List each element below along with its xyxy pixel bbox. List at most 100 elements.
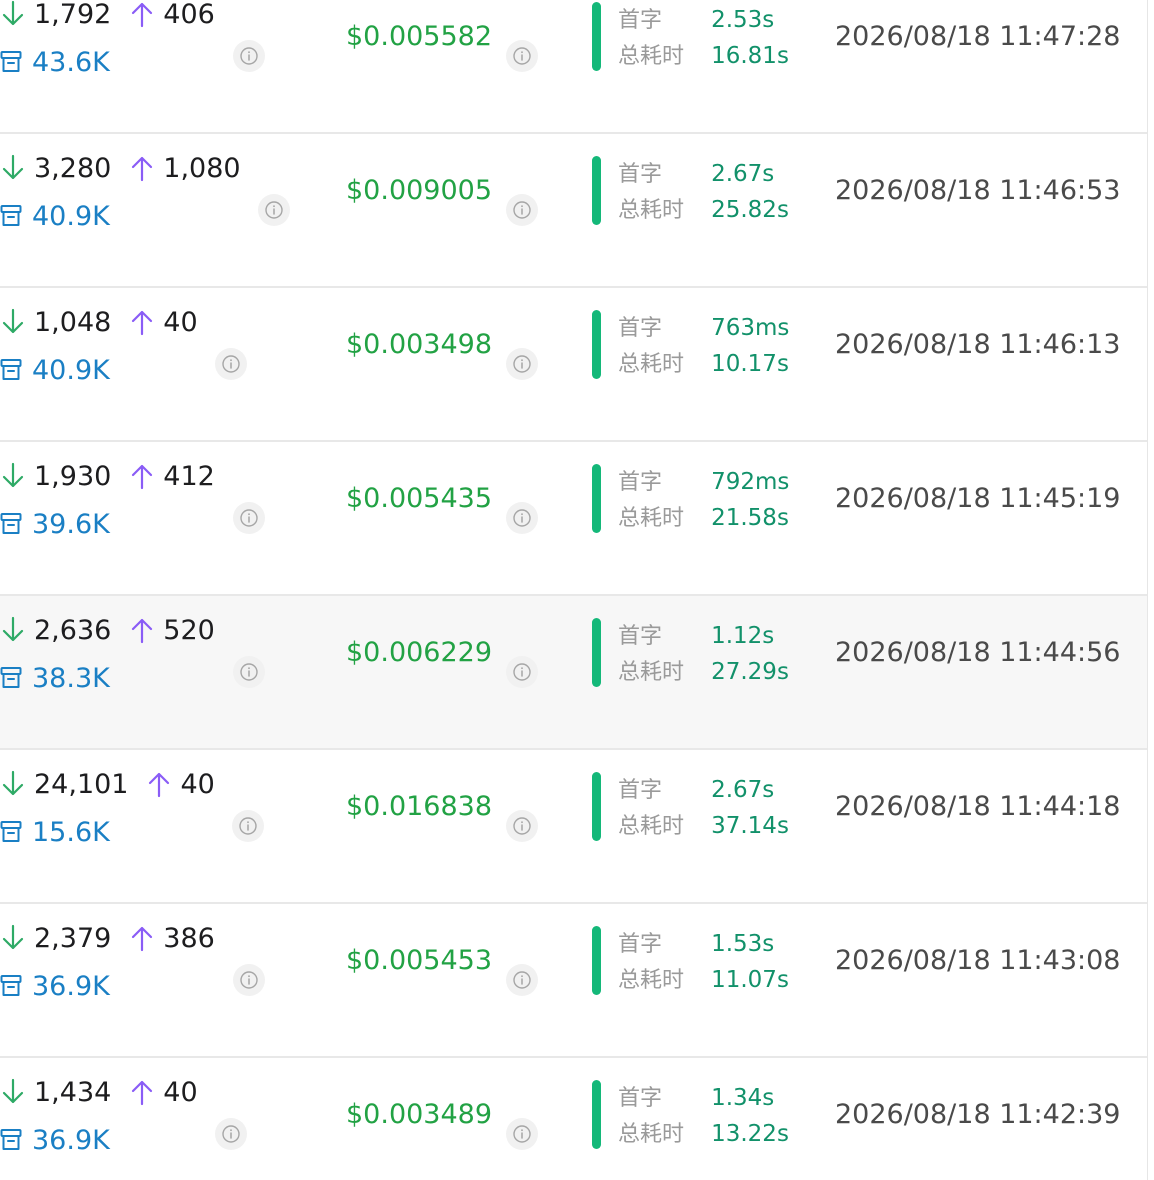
info-icon[interactable] [215,1118,247,1150]
archive-icon [0,358,22,382]
output-tokens: 520 [163,614,215,646]
info-icon[interactable] [506,1118,538,1150]
archive-icon [0,666,22,690]
first-token-label: 首字 [618,8,663,33]
arrow-down-icon [0,461,26,491]
info-icon[interactable] [215,348,247,380]
info-icon[interactable] [233,656,265,688]
timing-status-bar [592,926,601,995]
arrow-up-icon [129,307,155,337]
archive-icon [0,512,22,536]
output-tokens: 406 [163,0,215,30]
timing-status-bar [592,464,601,533]
info-icon[interactable] [233,40,265,72]
table-row[interactable]: 2,379 386 36.9K $0.005453 首字 1.53s 总耗时 1… [0,904,1147,1058]
cost-value: $0.005582 [346,21,493,52]
info-icon[interactable] [506,502,538,534]
total-time-value: 25.82s [711,197,789,223]
timing-status-bar [592,1080,601,1149]
first-token-label: 首字 [618,470,663,495]
info-icon[interactable] [233,502,265,534]
first-token-label: 首字 [618,162,663,187]
output-tokens: 40 [180,768,215,800]
total-time-label: 总耗时 [618,198,685,223]
timestamp: 2026/08/18 11:44:18 [835,791,1121,822]
cost-value: $0.006229 [346,637,493,668]
timing-status-bar [592,772,601,841]
total-time-value: 11.07s [711,967,789,993]
input-tokens: 1,792 [34,0,112,30]
total-time-label: 总耗时 [618,968,685,993]
timing-cell: 首字 2.67s 总耗时 25.82s [618,156,789,228]
cost-value: $0.003489 [346,1099,493,1130]
first-token-label: 首字 [618,316,663,341]
timing-status-bar [592,310,601,379]
archive-icon [0,820,22,844]
arrow-up-icon [129,615,155,645]
first-token-value: 1.34s [711,1085,775,1111]
arrow-up-icon [146,769,172,799]
info-icon[interactable] [258,194,290,226]
info-icon[interactable] [506,40,538,72]
table-row[interactable]: 2,636 520 38.3K $0.006229 首字 1.12s 总耗时 2… [0,596,1147,750]
cache-tokens: 40.9K [32,200,110,232]
arrow-down-icon [0,769,26,799]
cache-tokens: 36.9K [32,970,110,1002]
token-usage-cell: 1,434 40 36.9K [0,1076,300,1156]
input-tokens: 1,930 [34,460,112,492]
arrow-up-icon [129,153,155,183]
cache-tokens: 43.6K [32,46,110,78]
info-icon[interactable] [506,656,538,688]
info-icon[interactable] [233,964,265,996]
usage-log-table: 1,792 406 43.6K $0.005582 首字 2.53s 总耗时 1… [0,0,1148,1180]
total-time-label: 总耗时 [618,814,685,839]
cost-value: $0.003498 [346,329,493,360]
arrow-down-icon [0,923,26,953]
cache-tokens: 40.9K [32,354,110,386]
input-tokens: 2,379 [34,922,112,954]
total-time-label: 总耗时 [618,506,685,531]
arrow-down-icon [0,153,26,183]
info-icon[interactable] [506,194,538,226]
first-token-label: 首字 [618,932,663,957]
table-row[interactable]: 24,101 40 15.6K $0.016838 首字 2.67s 总耗时 3… [0,750,1147,904]
output-tokens: 40 [163,1076,198,1108]
timing-cell: 首字 2.53s 总耗时 16.81s [618,2,789,74]
table-row[interactable]: 1,930 412 39.6K $0.005435 首字 792ms 总耗时 2… [0,442,1147,596]
first-token-value: 763ms [711,315,790,341]
total-time-value: 21.58s [711,505,789,531]
total-time-label: 总耗时 [618,660,685,685]
cache-tokens: 36.9K [32,1124,110,1156]
table-row[interactable]: 1,792 406 43.6K $0.005582 首字 2.53s 总耗时 1… [0,0,1147,134]
token-usage-cell: 3,280 1,080 40.9K [0,152,300,232]
total-time-label: 总耗时 [618,352,685,377]
arrow-up-icon [129,1077,155,1107]
total-time-label: 总耗时 [618,1122,685,1147]
arrow-down-icon [0,615,26,645]
info-icon[interactable] [232,810,264,842]
input-tokens: 1,048 [34,306,112,338]
timing-status-bar [592,156,601,225]
info-icon[interactable] [506,810,538,842]
total-time-label: 总耗时 [618,44,685,69]
arrow-up-icon [129,0,155,29]
timing-cell: 首字 2.67s 总耗时 37.14s [618,772,789,844]
first-token-value: 2.67s [711,161,775,187]
input-tokens: 1,434 [34,1076,112,1108]
timing-status-bar [592,618,601,687]
total-time-value: 37.14s [711,813,789,839]
info-icon[interactable] [506,964,538,996]
table-row[interactable]: 1,048 40 40.9K $0.003498 首字 763ms 总耗时 10… [0,288,1147,442]
first-token-value: 792ms [711,469,790,495]
info-icon[interactable] [506,348,538,380]
table-row[interactable]: 1,434 40 36.9K $0.003489 首字 1.34s 总耗时 13… [0,1058,1147,1180]
arrow-up-icon [129,923,155,953]
total-time-value: 13.22s [711,1121,789,1147]
first-token-value: 2.53s [711,7,775,33]
archive-icon [0,50,22,74]
timestamp: 2026/08/18 11:46:53 [835,175,1121,206]
timestamp: 2026/08/18 11:47:28 [835,21,1121,52]
archive-icon [0,204,22,228]
output-tokens: 40 [163,306,198,338]
table-row[interactable]: 3,280 1,080 40.9K $0.009005 首字 2.67s 总耗时… [0,134,1147,288]
